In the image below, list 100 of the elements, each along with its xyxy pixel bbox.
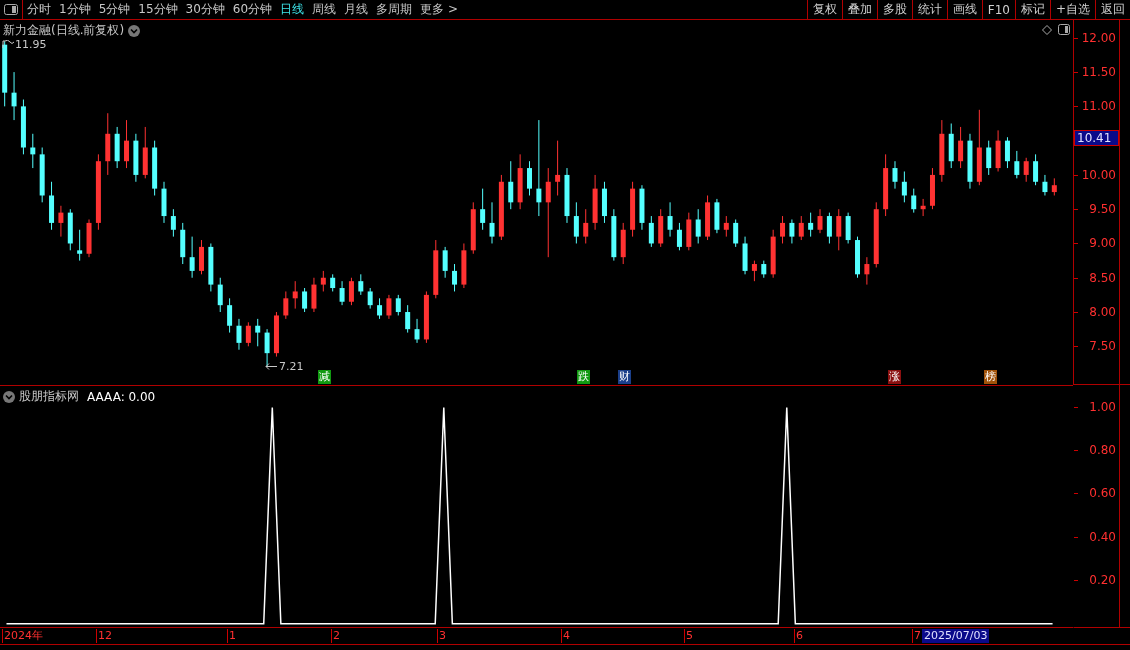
period-tab[interactable]: 60分钟 — [228, 0, 277, 19]
price-axis-label: 11.50 — [1081, 65, 1116, 80]
candlestick — [826, 212, 832, 244]
diamond-icon[interactable] — [1042, 25, 1052, 35]
candlestick — [920, 198, 926, 217]
candlestick — [245, 321, 251, 347]
toolbar-button[interactable]: 标记 — [1014, 0, 1050, 19]
indicator-axis-label: 1.00 — [1089, 399, 1116, 414]
candlestick — [161, 181, 167, 224]
candlestick — [208, 242, 214, 292]
candlestick — [189, 236, 195, 279]
candlestick — [152, 140, 158, 196]
candlestick — [639, 184, 645, 231]
toolbar-button[interactable]: 叠加 — [841, 0, 877, 19]
candlestick — [573, 201, 579, 244]
candlestick — [855, 236, 860, 279]
candlestick — [845, 212, 851, 244]
toolbar-button[interactable]: +自选 — [1049, 0, 1095, 19]
signal-tag: 财 — [618, 370, 632, 384]
candlestick — [780, 215, 786, 244]
panel-toggle-icon[interactable] — [4, 4, 18, 15]
toolbar-button[interactable]: 画线 — [946, 0, 982, 19]
candlestick — [761, 260, 767, 279]
candlestick — [339, 280, 345, 306]
dropdown-icon[interactable] — [128, 24, 141, 37]
candlestick — [808, 212, 814, 238]
candlestick — [442, 246, 448, 279]
candlestick — [676, 222, 682, 251]
time-axis-label: 2024年 — [2, 629, 43, 643]
candlestick — [948, 123, 954, 169]
indicator-axis-label: 0.80 — [1089, 443, 1116, 458]
candlestick — [358, 273, 364, 296]
time-axis-label: 6 — [794, 629, 803, 643]
candlestick — [583, 208, 589, 244]
arrow-icon — [265, 363, 277, 370]
period-tab[interactable]: 月线 — [340, 0, 373, 19]
candlestick — [508, 160, 514, 210]
candlestick — [555, 140, 561, 196]
candlestick — [423, 290, 429, 344]
candlestick — [667, 201, 673, 238]
period-tab[interactable]: 5分钟 — [94, 0, 135, 19]
period-tab[interactable]: 更多 > — [416, 0, 462, 19]
candlestick — [348, 277, 354, 306]
candlestick — [11, 71, 17, 121]
candlestick — [489, 201, 495, 244]
candlestick — [836, 208, 842, 251]
period-tab[interactable]: 15分钟 — [134, 0, 182, 19]
period-tab[interactable]: 日线 — [276, 0, 309, 19]
candlestick — [133, 133, 139, 183]
candlestick — [611, 208, 617, 262]
candlestick — [142, 126, 148, 179]
candlestick — [461, 242, 467, 289]
period-tab[interactable]: 分时 — [23, 0, 55, 19]
candlestick — [1004, 136, 1010, 169]
toolbar-button[interactable]: 复权 — [806, 0, 842, 19]
period-tab[interactable]: 周线 — [308, 0, 341, 19]
candlestick — [911, 188, 917, 214]
candlestick — [901, 171, 907, 203]
indicator-axis-label: 0.20 — [1089, 573, 1116, 588]
candlestick — [883, 153, 889, 217]
candlestick — [180, 222, 186, 265]
candlestick — [1023, 157, 1029, 183]
candlestick — [789, 219, 795, 244]
candlestick — [930, 167, 935, 210]
signal-tag: 跌 — [577, 370, 591, 384]
toolbar-button[interactable]: 多股 — [876, 0, 912, 19]
high-price-label: 11.95 — [15, 38, 47, 51]
period-tab[interactable]: 30分钟 — [181, 0, 229, 19]
toolbar-button[interactable]: 返回 — [1095, 0, 1130, 19]
toolbar-button[interactable]: 统计 — [911, 0, 947, 19]
candlestick — [414, 318, 420, 344]
candlestick — [770, 229, 776, 279]
indicator-reading: AAAA: 0.00 — [87, 389, 156, 404]
candlestick — [273, 311, 279, 358]
candlestick — [124, 119, 129, 169]
toolbar-button[interactable]: F10 — [981, 0, 1015, 19]
candlestick — [601, 181, 607, 224]
candlestick — [199, 239, 204, 275]
candlestick — [58, 205, 64, 238]
candlestick — [517, 153, 523, 210]
candlestick — [452, 263, 458, 292]
signal-tag: 榜 — [983, 370, 997, 384]
candlestick — [480, 188, 486, 231]
candlestick — [958, 126, 964, 169]
period-tab[interactable]: 多周期 — [372, 0, 417, 19]
candlestick — [39, 147, 45, 203]
dropdown-icon[interactable] — [3, 390, 15, 403]
candlestick — [1051, 177, 1057, 196]
panel-toggle-icon[interactable] — [1058, 24, 1070, 35]
price-axis-label: 8.50 — [1089, 270, 1116, 285]
low-price-label: 7.21 — [279, 360, 304, 373]
period-tab[interactable]: 1分钟 — [55, 0, 95, 19]
price-axis-label: 11.00 — [1081, 99, 1116, 114]
candlestick — [105, 112, 111, 176]
time-axis-label: 7 — [912, 629, 921, 643]
candlestick — [864, 256, 870, 286]
indicator-name: 股朋指标网 — [19, 388, 79, 405]
candlestick — [995, 129, 1001, 172]
time-axis-label: 2 — [331, 629, 340, 643]
price-axis-label: 9.50 — [1089, 202, 1116, 217]
